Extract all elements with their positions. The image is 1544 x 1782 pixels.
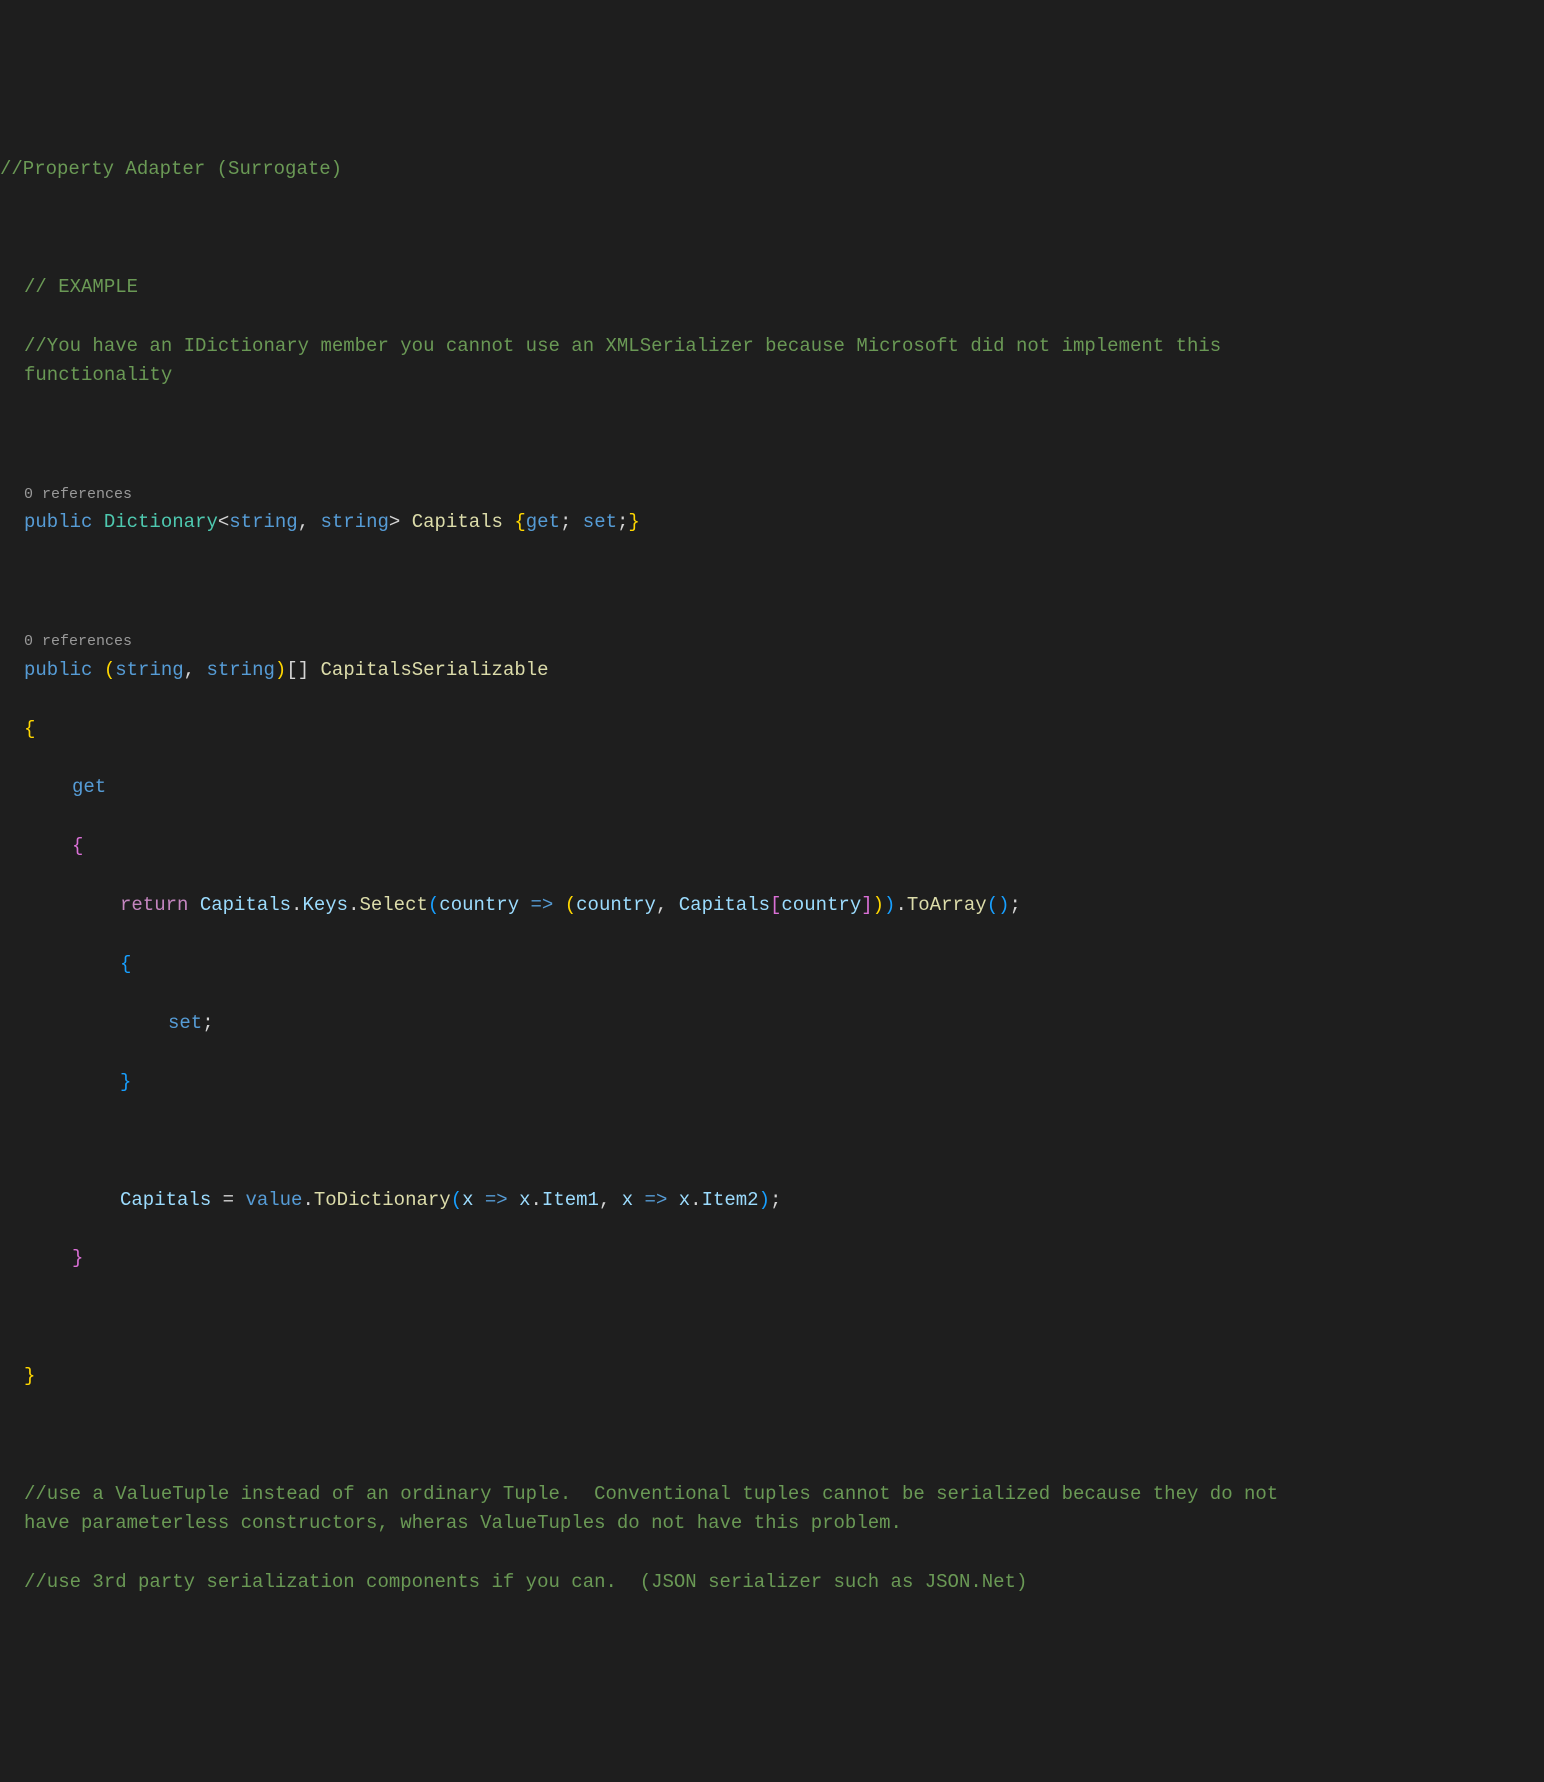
method-toarray: ToArray bbox=[907, 894, 987, 916]
blank-line bbox=[0, 1303, 1544, 1332]
codelens-references[interactable]: 0 references bbox=[0, 633, 132, 650]
comment-line: // EXAMPLE bbox=[0, 273, 1544, 302]
method-todictionary: ToDictionary bbox=[314, 1189, 451, 1211]
code-line: } bbox=[0, 1362, 1544, 1391]
blank-line bbox=[0, 214, 1544, 243]
code-line: { bbox=[0, 950, 1544, 979]
comment-line: //Property Adapter (Surrogate) bbox=[0, 155, 1544, 184]
code-line: Capitals = value.ToDictionary(x => x.Ite… bbox=[0, 1186, 1544, 1215]
property-capitals-serializable: CapitalsSerializable bbox=[321, 659, 549, 681]
method-select: Select bbox=[359, 894, 427, 916]
code-line: return Capitals.Keys.Select(country => (… bbox=[0, 891, 1544, 920]
blank-line bbox=[0, 420, 1544, 449]
blank-line bbox=[0, 1421, 1544, 1450]
code-line: set; bbox=[0, 1009, 1544, 1038]
code-line: { bbox=[0, 715, 1544, 744]
code-line: public Dictionary<string, string> Capita… bbox=[0, 508, 1544, 537]
comment-line: //use a ValueTuple instead of an ordinar… bbox=[0, 1480, 1300, 1539]
blank-line bbox=[0, 567, 1544, 596]
comment-line: //use 3rd party serialization components… bbox=[0, 1568, 1544, 1597]
comment-line: //You have an IDictionary member you can… bbox=[0, 332, 1280, 391]
keyword-public: public bbox=[24, 511, 92, 533]
keyword-public: public bbox=[24, 659, 92, 681]
blank-line bbox=[0, 1127, 1544, 1156]
code-line: get bbox=[0, 773, 1544, 802]
property-capitals: Capitals bbox=[412, 511, 503, 533]
keyword-return: return bbox=[120, 894, 188, 916]
code-line: public (string, string)[] CapitalsSerial… bbox=[0, 656, 1544, 685]
code-line: } bbox=[0, 1244, 1544, 1273]
code-line: { bbox=[0, 832, 1544, 861]
codelens-references[interactable]: 0 references bbox=[0, 486, 132, 503]
code-line: } bbox=[0, 1068, 1544, 1097]
code-editor[interactable]: //Property Adapter (Surrogate) // EXAMPL… bbox=[0, 118, 1544, 1635]
type-dictionary: Dictionary bbox=[104, 511, 218, 533]
